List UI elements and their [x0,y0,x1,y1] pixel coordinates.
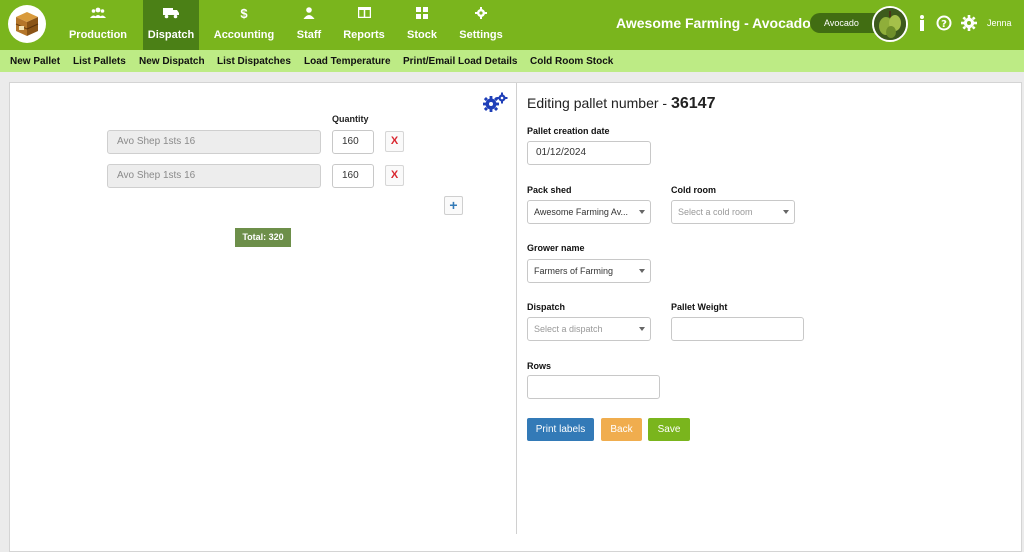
nav-dispatch[interactable]: Dispatch [143,0,199,50]
app-logo[interactable] [8,5,46,43]
nav-accounting[interactable]: $ Accounting [212,0,276,50]
select-placeholder: Select a cold room [678,207,753,217]
pack-shed-label: Pack shed [527,185,572,195]
nav-settings[interactable]: Settings [458,0,504,50]
nav-label: Staff [296,29,322,41]
quantity-header: Quantity [332,114,369,124]
nav-label: Dispatch [147,29,195,41]
subnav-new-pallet[interactable]: New Pallet [10,56,60,67]
nav-label: Reports [343,29,385,41]
settings-gear-icon[interactable] [961,15,977,31]
remove-item-button[interactable]: X [385,165,404,186]
nav-stock[interactable]: Stock [404,0,440,50]
grower-name-label: Grower name [527,243,585,253]
save-button[interactable]: Save [648,418,690,441]
add-item-button[interactable]: + [444,196,463,215]
cold-room-label: Cold room [671,185,716,195]
creation-date-label: Pallet creation date [527,126,610,136]
page-title: Editing pallet number - 36147 [527,95,715,113]
nav-label: Settings [459,29,503,41]
user-name[interactable]: Jenna [987,18,1012,28]
print-labels-button[interactable]: Print labels [527,418,594,441]
nav-label: Production [68,29,128,41]
truck-icon [143,7,199,21]
nav-reports[interactable]: Reports [341,0,387,50]
dropdown-caret-icon [639,327,645,331]
product-avatar[interactable] [872,6,908,42]
subnav-print-email-load-details[interactable]: Print/Email Load Details [403,56,517,67]
brand-title: Awesome Farming - Avocados [616,15,819,31]
pallet-item-quantity-field[interactable]: 160 [332,130,374,154]
pallet-item-product-field[interactable]: Avo Shep 1sts 16 [107,164,321,188]
dispatch-select[interactable]: Select a dispatch [527,317,651,341]
svg-text:?: ? [941,19,947,30]
dropdown-caret-icon [783,210,789,214]
pallet-item-quantity-field[interactable]: 160 [332,164,374,188]
pallet-weight-label: Pallet Weight [671,302,728,312]
pallet-weight-input[interactable] [671,317,804,341]
info-icon[interactable] [918,15,934,31]
subnav-cold-room-stock[interactable]: Cold Room Stock [530,56,613,67]
panel-divider [516,83,517,534]
pack-shed-select[interactable]: Awesome Farming Av... [527,200,651,224]
person-icon [292,7,326,21]
nav-production[interactable]: Production [62,0,134,50]
remove-item-button[interactable]: X [385,131,404,152]
edit-pallet-panel: Quantity Avo Shep 1sts 16 160 X Avo Shep… [9,82,1022,552]
title-prefix: Editing pallet number - [527,95,671,111]
total-badge: Total: 320 [235,228,291,247]
grower-name-select[interactable]: Farmers of Farming [527,259,651,283]
users-icon [62,7,134,21]
rows-label: Rows [527,361,552,371]
subnav-list-pallets[interactable]: List Pallets [73,56,126,67]
grid-icon [404,7,440,21]
gear-icon [458,7,504,21]
top-navigation-bar: Production Dispatch $ Accounting Staff R… [0,0,1024,50]
cogs-icon[interactable] [482,92,508,114]
select-value: Awesome Farming Av... [534,207,629,217]
pallet-number: 36147 [670,95,716,112]
dropdown-caret-icon [639,269,645,273]
nav-label: Stock [407,29,437,41]
cold-room-select[interactable]: Select a cold room [671,200,795,224]
nav-staff[interactable]: Staff [292,0,326,50]
creation-date-input[interactable]: 01/12/2024 [527,141,651,165]
dropdown-caret-icon [639,210,645,214]
help-icon[interactable]: ? [936,15,952,31]
back-button[interactable]: Back [601,418,642,441]
report-icon [341,7,387,21]
select-value: Farmers of Farming [534,266,614,276]
subnav-list-dispatches[interactable]: List Dispatches [217,56,291,67]
pallet-item-product-field[interactable]: Avo Shep 1sts 16 [107,130,321,154]
subnav-load-temperature[interactable]: Load Temperature [304,56,391,67]
nav-label: Accounting [213,29,275,41]
select-placeholder: Select a dispatch [534,324,603,334]
subnav-new-dispatch[interactable]: New Dispatch [139,56,205,67]
rows-input[interactable] [527,375,660,399]
dispatch-label: Dispatch [527,302,566,312]
sub-navigation-bar: New Pallet List Pallets New Dispatch Lis… [0,50,1024,72]
dollar-icon: $ [240,6,248,21]
